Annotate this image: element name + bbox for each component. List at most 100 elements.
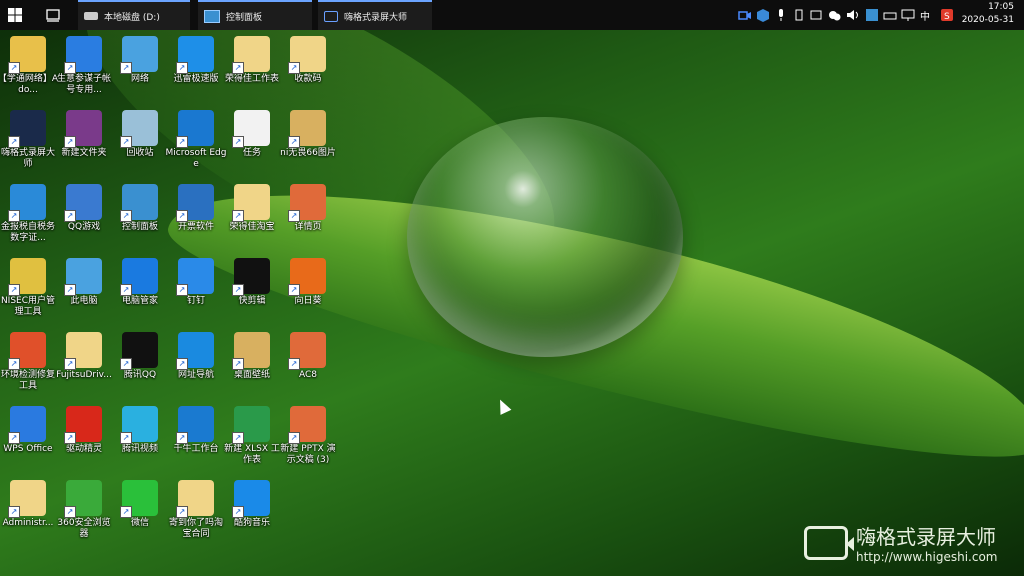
- video-camera-tray-icon[interactable]: [738, 7, 752, 23]
- shortcut-arrow-icon: ↗: [120, 358, 132, 370]
- desktop-icon[interactable]: ↗ 腾讯视频: [109, 406, 171, 455]
- volume-icon[interactable]: [846, 7, 860, 23]
- desktop-icon[interactable]: ↗ 金报税自税务数字证...: [0, 184, 59, 244]
- desktop-icon[interactable]: ↗ QQ游戏: [53, 184, 115, 233]
- input-tray-icon[interactable]: [865, 7, 879, 23]
- desktop-icon[interactable]: ↗ 新建文件夹: [53, 110, 115, 159]
- clock-time: 17:05: [988, 2, 1014, 12]
- taskbar-item-local-disk[interactable]: 本地磁盘 (D:): [78, 0, 190, 30]
- microphone-icon[interactable]: [775, 7, 787, 23]
- desktop-icon[interactable]: ↗ 网址导航: [165, 332, 227, 381]
- shield-icon: ↗: [120, 258, 158, 296]
- camera-icon: [324, 10, 338, 22]
- desktop-icon[interactable]: ↗ 荣得佳淘宝: [221, 184, 283, 233]
- shortcut-arrow-icon: ↗: [176, 62, 188, 74]
- watermark-title: 嗨格式录屏大师: [856, 525, 996, 549]
- desktop-icon[interactable]: ↗ 酷狗音乐: [221, 480, 283, 529]
- desktop-icon[interactable]: ↗ 开票软件: [165, 184, 227, 233]
- desktop-icon[interactable]: ↗ 【学通网络】Ado...: [0, 36, 59, 96]
- shortcut-arrow-icon: ↗: [288, 136, 300, 148]
- desktop-icon[interactable]: ↗ 千牛工作台: [165, 406, 227, 455]
- task-view-icon[interactable]: [44, 6, 62, 24]
- desktop-icon[interactable]: ↗ 微信: [109, 480, 171, 529]
- video-icon: ↗: [120, 406, 158, 444]
- desktop-icon-label: FujitsuDriv...: [56, 370, 112, 380]
- desktop-icon[interactable]: ↗ 新建 PPTX 演示文稿 (3): [277, 406, 339, 466]
- wechat-icon: ↗: [120, 480, 158, 518]
- desktop-icon-label: 360安全浏览器: [57, 518, 111, 539]
- keyboard-tray-icon[interactable]: [810, 7, 822, 23]
- desktop-icon[interactable]: ↗ 任务: [221, 110, 283, 159]
- shortcut-arrow-icon: ↗: [288, 62, 300, 74]
- desktop-icon[interactable]: ↗ 桌面壁纸: [221, 332, 283, 381]
- desktop-icon[interactable]: ↗ 腾讯QQ: [109, 332, 171, 381]
- usb-tray-icon[interactable]: [793, 7, 805, 23]
- desktop-icon[interactable]: ↗ 此电脑: [53, 258, 115, 307]
- desktop-icon-label: 酷狗音乐: [233, 518, 270, 528]
- desktop-icon[interactable]: ↗ 荣得佳工作表: [221, 36, 283, 85]
- windows-start-icon[interactable]: [6, 6, 24, 24]
- kugou-icon: ↗: [232, 480, 270, 518]
- desktop-icon[interactable]: ↗ WPS Office: [0, 406, 59, 455]
- desktop-icon-label: AC8: [298, 370, 317, 380]
- desktop-icon[interactable]: ↗ Microsoft Edge: [165, 110, 227, 170]
- desktop-icon[interactable]: ↗ 新建 XLSX 工作表: [221, 406, 283, 466]
- desktop-icon-label: 嗨格式录屏大师: [0, 148, 55, 169]
- wechat-tray-icon[interactable]: [828, 7, 842, 23]
- desktop-icon-label: 网址导航: [177, 370, 214, 380]
- folder-icon: ↗: [288, 110, 326, 148]
- desktop-icon[interactable]: ↗ 控制面板: [109, 184, 171, 233]
- desktop-icon[interactable]: ↗ ni无畏66图片: [277, 110, 339, 159]
- desktop-icon[interactable]: ↗ 360安全浏览器: [53, 480, 115, 540]
- desktop-icon[interactable]: ↗ 回收站: [109, 110, 171, 159]
- xlsx-icon: ↗: [232, 406, 270, 444]
- shortcut-arrow-icon: ↗: [64, 210, 76, 222]
- taskbar-item-control-panel[interactable]: 控制面板: [198, 0, 312, 30]
- edge-icon: ↗: [176, 110, 214, 148]
- system-clock[interactable]: 17:05 2020-05-31: [950, 1, 1014, 27]
- shortcut-arrow-icon: ↗: [120, 432, 132, 444]
- desktop-icon-label: 腾讯QQ: [123, 370, 157, 380]
- shortcut-arrow-icon: ↗: [64, 284, 76, 296]
- desktop-icon[interactable]: ↗ 网络: [109, 36, 171, 85]
- desktop-icon[interactable]: ↗ 环境检测修复工具: [0, 332, 59, 392]
- desktop-icon[interactable]: ↗ 快剪辑: [221, 258, 283, 307]
- desktop-icon[interactable]: ↗ 钉钉: [165, 258, 227, 307]
- watermark-url: http://www.higeshi.com: [856, 550, 998, 564]
- desktop-icon[interactable]: ↗ 收款码: [277, 36, 339, 85]
- desktop-icon[interactable]: ↗ 嗨格式录屏大师: [0, 110, 59, 170]
- desktop-icon-label: WPS Office: [3, 444, 53, 454]
- ie-icon: ↗: [176, 332, 214, 370]
- desktop-icon[interactable]: ↗ AC8: [277, 332, 339, 381]
- desktop-icon[interactable]: ↗ 电脑管家: [109, 258, 171, 307]
- shortcut-arrow-icon: ↗: [232, 62, 244, 74]
- desktop-icon[interactable]: ↗ Administr...: [0, 480, 59, 529]
- desktop-icon[interactable]: ↗ 向日葵: [277, 258, 339, 307]
- printer-tray-icon[interactable]: [883, 7, 897, 23]
- cube-tray-icon[interactable]: [756, 7, 770, 23]
- taskbar-item-label: 控制面板: [226, 12, 263, 23]
- network-tray-icon[interactable]: [901, 7, 915, 23]
- taskbar-item-screen-recorder[interactable]: 嗨格式录屏大师: [318, 0, 432, 30]
- camera-icon: ↗: [8, 110, 46, 148]
- folder-icon: ↗: [232, 184, 270, 222]
- shortcut-arrow-icon: ↗: [288, 358, 300, 370]
- desktop-icon[interactable]: ↗ FujitsuDriv...: [53, 332, 115, 381]
- desktop-icon-label: 桌面壁纸: [233, 370, 270, 380]
- taskbar-item-label: 嗨格式录屏大师: [344, 12, 408, 23]
- folder-icon: ↗: [64, 332, 102, 370]
- desktop-icon[interactable]: ↗ 寄到你了吗淘宝合同: [165, 480, 227, 540]
- desktop-icon[interactable]: ↗ 详情页: [277, 184, 339, 233]
- mouse-cursor: [494, 397, 512, 415]
- desktop-icon[interactable]: ↗ NISEC用户管理工具: [0, 258, 59, 318]
- desktop-icon-label: 新建文件夹: [61, 148, 107, 158]
- shortcut-arrow-icon: ↗: [120, 62, 132, 74]
- ime-indicator[interactable]: 中: [920, 8, 930, 23]
- desktop-icon[interactable]: ↗ 生意参谋子帐号专用...: [53, 36, 115, 96]
- desktop-icon-label: 详情页: [294, 222, 322, 232]
- folder-icon: ↗: [232, 36, 270, 74]
- desktop-icon[interactable]: ↗ 驱动精灵: [53, 406, 115, 455]
- desktop-icon[interactable]: ↗ 迅雷极速版: [165, 36, 227, 85]
- camera-logo-icon: [804, 525, 854, 560]
- desktop-icon-label: 环境检测修复工具: [0, 370, 55, 391]
